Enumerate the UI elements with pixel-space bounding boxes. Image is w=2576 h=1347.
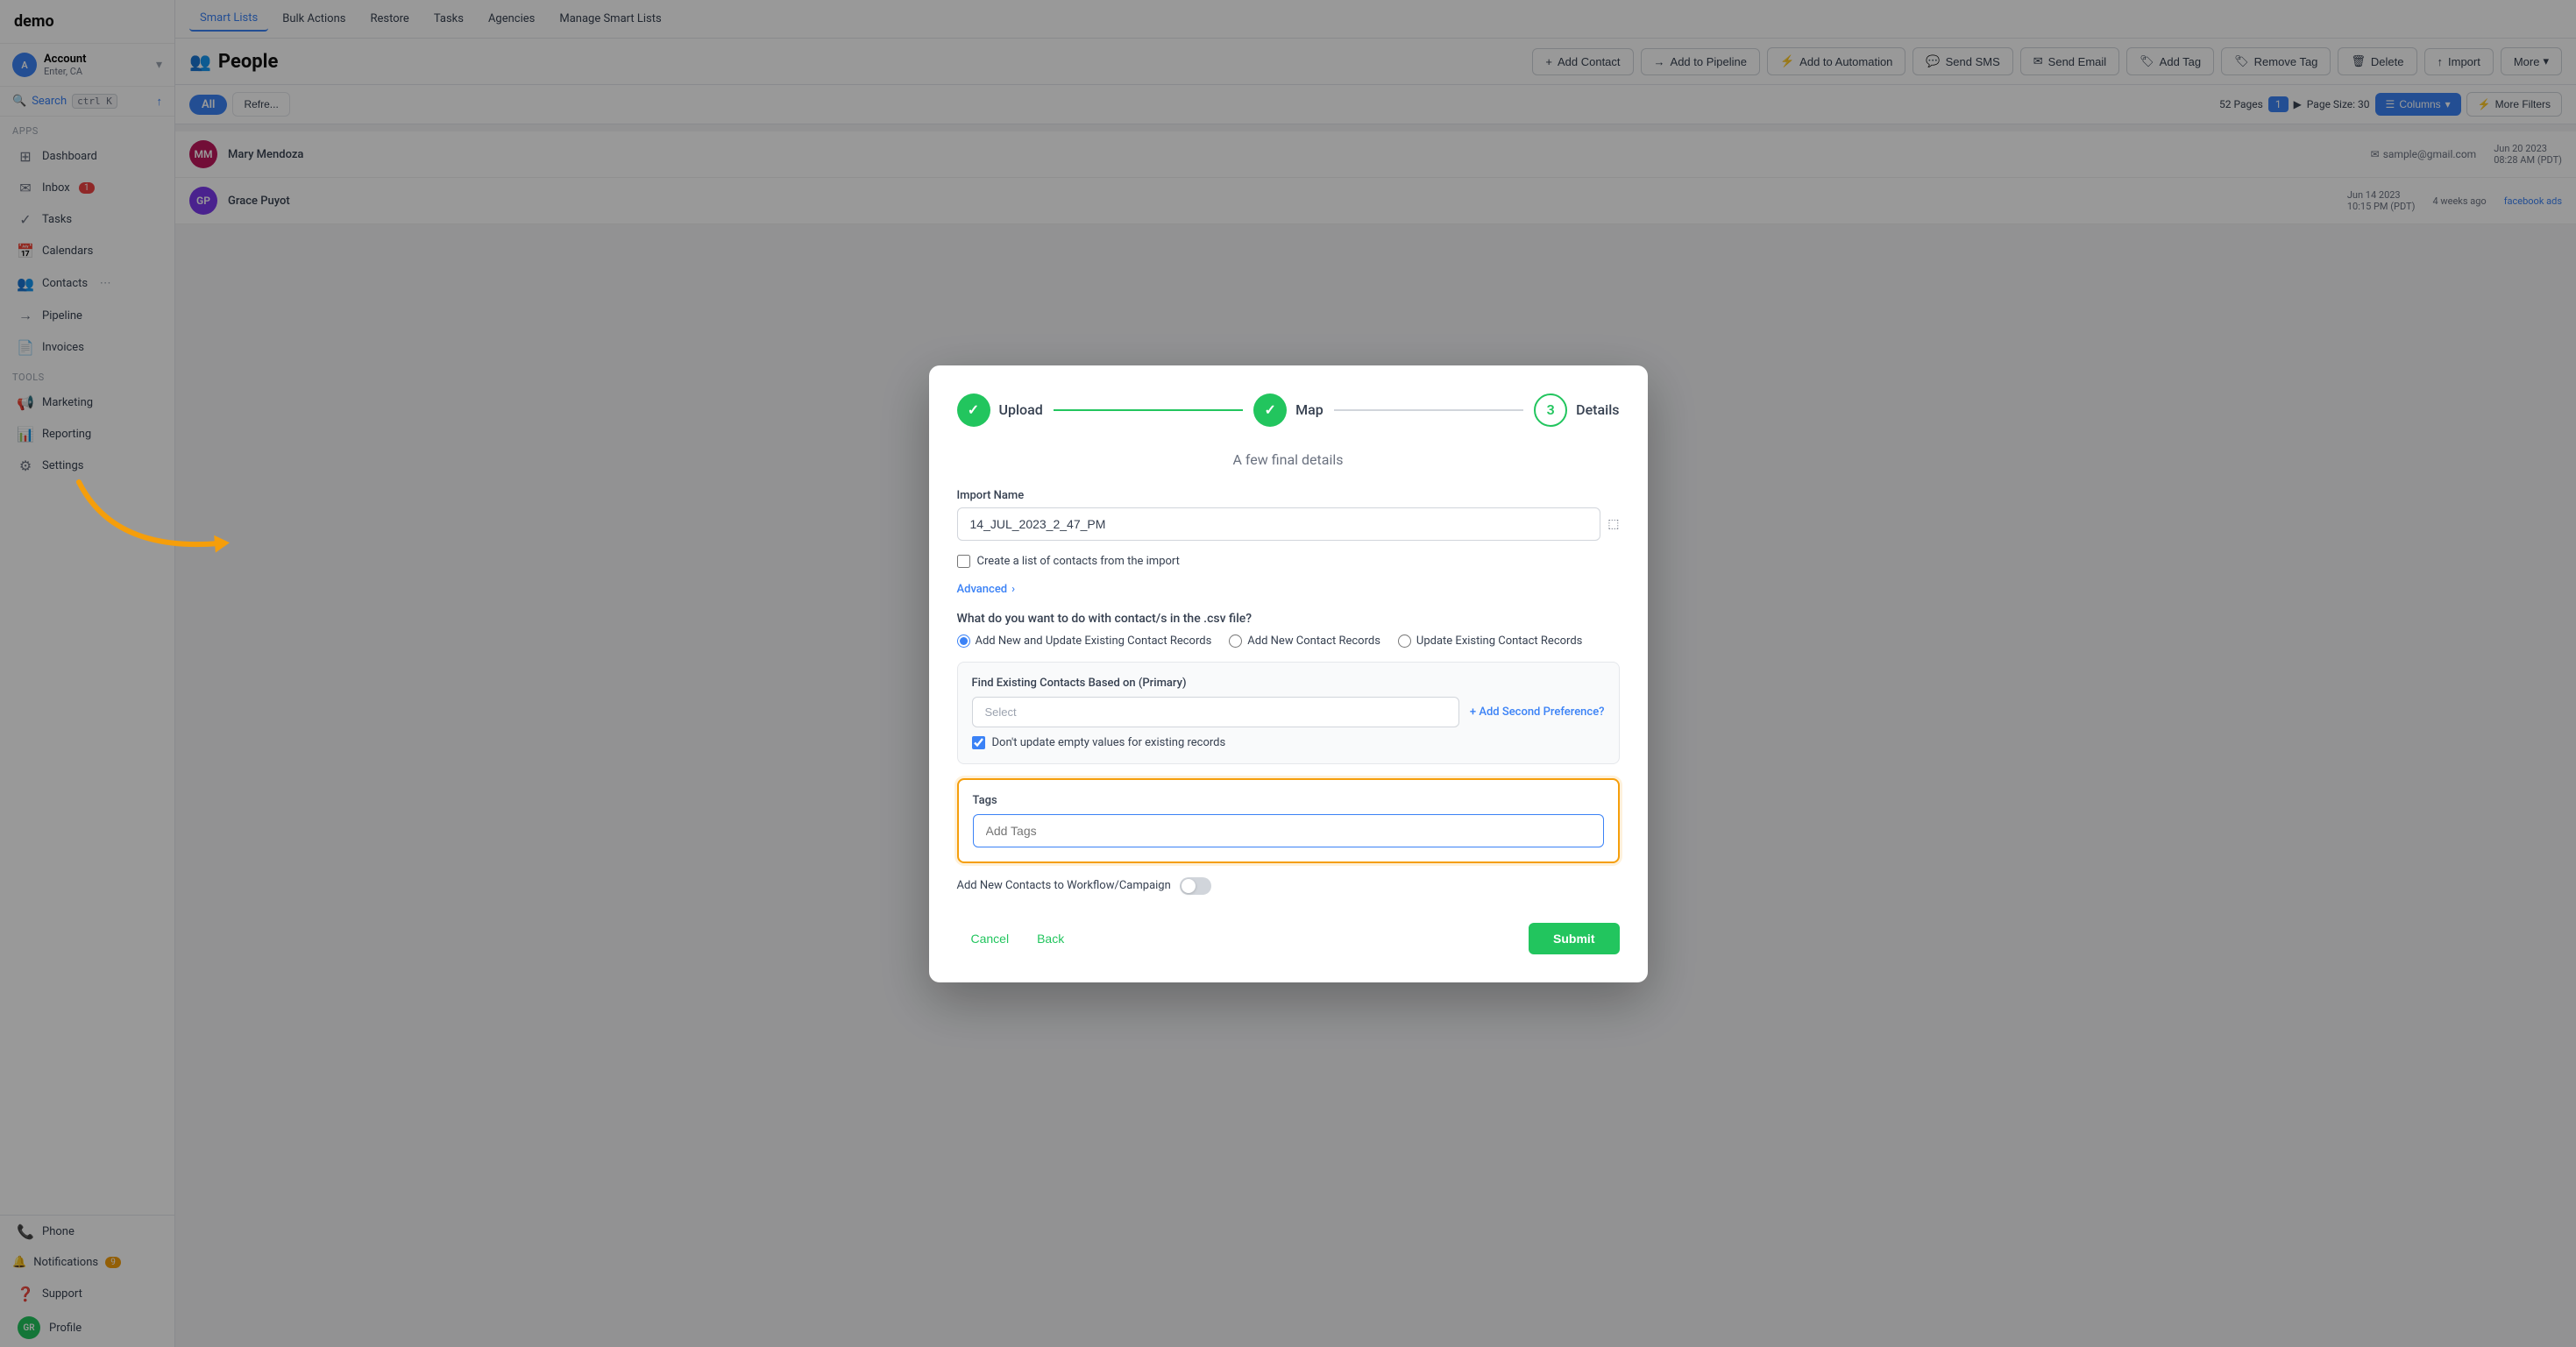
cancel-button[interactable]: Cancel xyxy=(957,925,1024,953)
advanced-link[interactable]: Advanced › xyxy=(957,583,1016,596)
import-icon-btn[interactable]: ⬚ xyxy=(1607,517,1619,531)
step-connector-1 xyxy=(1054,409,1243,411)
find-contacts-label: Find Existing Contacts Based on (Primary… xyxy=(972,677,1605,690)
radio-update-only-label: Update Existing Contact Records xyxy=(1416,635,1582,648)
advanced-label: Advanced xyxy=(957,583,1008,596)
radio-update-only[interactable]: Update Existing Contact Records xyxy=(1398,635,1582,648)
step-map-circle: ✓ xyxy=(1253,393,1287,427)
tags-input[interactable] xyxy=(973,814,1604,847)
dialog-subtitle: A few final details xyxy=(957,451,1620,468)
dont-update-row: Don't update empty values for existing r… xyxy=(972,736,1605,749)
radio-options-row: Add New and Update Existing Contact Reco… xyxy=(957,635,1620,648)
workflow-label: Add New Contacts to Workflow/Campaign xyxy=(957,879,1171,892)
radio-add-new-only-input[interactable] xyxy=(1229,635,1242,648)
step-map: ✓ Map xyxy=(1253,393,1323,427)
step-upload-label: Upload xyxy=(999,401,1043,418)
create-list-checkbox[interactable] xyxy=(957,555,970,568)
modal-overlay: ✓ Upload ✓ Map 3 Details A few final det… xyxy=(0,0,2576,1347)
step-connector-2 xyxy=(1334,409,1523,411)
dont-update-label: Don't update empty values for existing r… xyxy=(992,736,1226,749)
import-name-input[interactable] xyxy=(957,507,1601,541)
step-details: 3 Details xyxy=(1534,393,1619,427)
radio-group-question: What do you want to do with contact/s in… xyxy=(957,612,1620,626)
dialog-footer: Cancel Back Submit xyxy=(957,909,1620,954)
workflow-toggle[interactable] xyxy=(1180,877,1211,895)
radio-add-new-only-label: Add New Contact Records xyxy=(1247,635,1380,648)
back-button[interactable]: Back xyxy=(1023,925,1078,953)
arrow-annotation xyxy=(61,464,272,570)
stepper: ✓ Upload ✓ Map 3 Details xyxy=(957,393,1620,427)
step-upload: ✓ Upload xyxy=(957,393,1043,427)
radio-add-new-update-label: Add New and Update Existing Contact Reco… xyxy=(976,635,1212,648)
add-preference-button[interactable]: + Add Second Preference? xyxy=(1470,705,1605,719)
radio-add-new-only[interactable]: Add New Contact Records xyxy=(1229,635,1380,648)
workflow-row: Add New Contacts to Workflow/Campaign xyxy=(957,877,1620,895)
find-contacts-select[interactable]: Select xyxy=(972,697,1459,727)
submit-button[interactable]: Submit xyxy=(1529,923,1619,954)
dont-update-checkbox[interactable] xyxy=(972,736,985,749)
step-map-label: Map xyxy=(1295,401,1323,418)
create-list-label: Create a list of contacts from the impor… xyxy=(977,555,1180,568)
import-dialog: ✓ Upload ✓ Map 3 Details A few final det… xyxy=(929,365,1648,982)
create-list-row: Create a list of contacts from the impor… xyxy=(957,555,1620,568)
import-name-label: Import Name xyxy=(957,489,1620,502)
find-contacts-section: Find Existing Contacts Based on (Primary… xyxy=(957,662,1620,764)
step-details-circle: 3 xyxy=(1534,393,1567,427)
radio-update-only-input[interactable] xyxy=(1398,635,1411,648)
tags-section: Tags xyxy=(957,778,1620,863)
radio-add-new-update-input[interactable] xyxy=(957,635,970,648)
step-upload-circle: ✓ xyxy=(957,393,990,427)
radio-add-new-update[interactable]: Add New and Update Existing Contact Reco… xyxy=(957,635,1212,648)
step-details-label: Details xyxy=(1576,401,1619,418)
advanced-chevron-icon: › xyxy=(1011,583,1015,596)
import-name-group: Import Name ⬚ xyxy=(957,489,1620,541)
tags-label: Tags xyxy=(973,794,1604,807)
select-row: Select + Add Second Preference? xyxy=(972,697,1605,727)
